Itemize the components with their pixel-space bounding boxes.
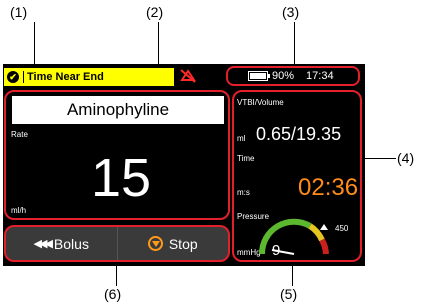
time-label: Time — [237, 154, 255, 163]
rewind-icon: ◀◀◀ — [33, 238, 53, 250]
stop-icon — [147, 236, 163, 251]
time-unit: m:s — [237, 188, 250, 197]
nurse-call-off-icon — [178, 68, 198, 86]
callout-4: (4) — [397, 150, 415, 166]
infusion-info-panel[interactable]: VTBI/Volume ml 0.65/19.35 Time m:s 02:36… — [232, 90, 362, 262]
stop-label: Stop — [168, 235, 198, 252]
callout-3: (3) — [282, 4, 300, 20]
callout-5: (5) — [280, 286, 298, 302]
vtbi-unit: ml — [237, 134, 246, 143]
rate-unit: ml/h — [11, 206, 27, 215]
clock: 17:34 — [306, 70, 334, 82]
pressure-value: 9 — [272, 242, 281, 259]
callout-6: (6) — [104, 286, 122, 302]
battery-icon — [248, 71, 270, 81]
callout-2: (2) — [146, 4, 164, 20]
main-infusion-panel[interactable]: Aminophyline Rate 15 ml/h — [4, 90, 230, 220]
drug-name: Aminophyline — [12, 96, 224, 124]
leader-line-3 — [294, 22, 295, 66]
alarm-text: Time Near End — [23, 71, 104, 83]
time-remaining: 02:36 — [298, 174, 359, 201]
alarm-message-bar[interactable]: ✔ Time Near End — [4, 68, 174, 86]
system-status-area: 90% 17:34 — [226, 66, 360, 86]
pressure-limit: 450 — [335, 224, 349, 233]
stop-button[interactable]: Stop — [116, 227, 229, 260]
rate-value: 15 — [90, 148, 152, 208]
vtbi-label: VTBI/Volume — [237, 98, 284, 107]
pressure-gauge — [258, 218, 329, 255]
battery-percent: 90% — [272, 70, 295, 82]
softkey-bar: ◀◀◀ Bolus Stop — [4, 225, 230, 262]
callout-1: (1) — [10, 4, 28, 20]
vtbi-value: 0.65/19.35 — [256, 124, 342, 144]
bolus-button[interactable]: ◀◀◀ Bolus — [6, 227, 117, 260]
rate-label: Rate — [11, 130, 28, 139]
bolus-label: Bolus — [53, 235, 89, 252]
check-icon: ✔ — [7, 71, 19, 83]
